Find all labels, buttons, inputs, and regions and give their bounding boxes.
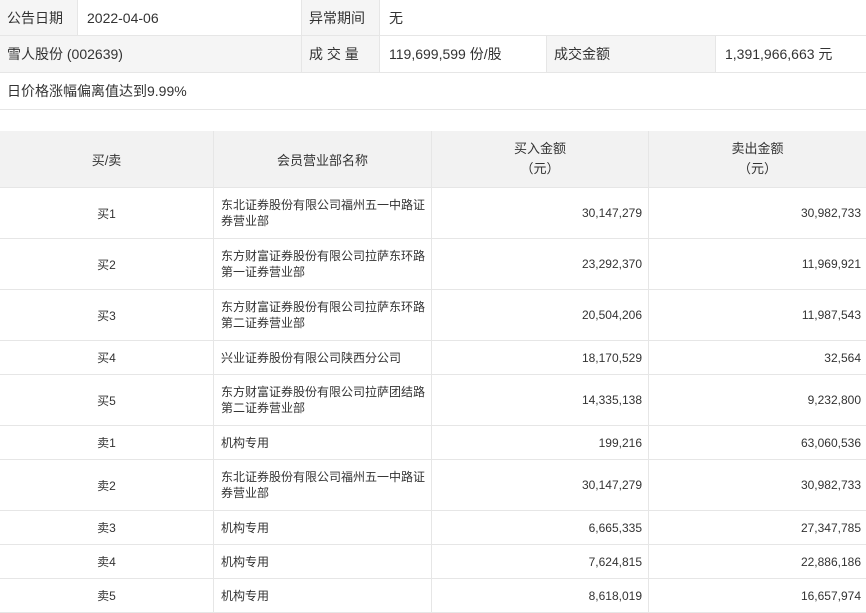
buy-amount: 30,147,279 xyxy=(432,460,649,510)
branch-name: 机构专用 xyxy=(221,588,270,603)
header-buy-unit: （元） xyxy=(520,161,560,176)
branch-name: 东北证券股份有限公司福州五一中路证券营业部 xyxy=(221,470,426,500)
table-row: 卖2 东北证券股份有限公司福州五一中路证券营业部 30,147,279 30,9… xyxy=(0,460,866,511)
sell-amount: 30,982,733 xyxy=(800,478,861,492)
table-header: 买/卖 会员营业部名称 买入金额 （元） 卖出金额 （元） xyxy=(0,131,866,188)
side-cell: 卖2 xyxy=(0,460,214,510)
branch-name: 东方财富证券股份有限公司拉萨东环路第二证券营业部 xyxy=(221,300,426,330)
branch-cell: 机构专用 xyxy=(214,545,432,578)
branch-cell: 东方财富证券股份有限公司拉萨东环路第二证券营业部 xyxy=(214,290,432,340)
info-row-reason: 日价格涨幅偏离值达到9.99% xyxy=(0,73,866,110)
announce-date-label: 公告日期 xyxy=(0,0,78,35)
branch-name: 机构专用 xyxy=(221,554,270,569)
stock-name: 雪人股份 (002639) xyxy=(0,36,302,72)
sell-amount: 63,060,536 xyxy=(800,435,861,450)
sell-amount: 30,982,733 xyxy=(800,206,861,220)
table-row: 卖5 机构专用 8,618,019 16,657,974 xyxy=(0,579,866,613)
info-row-date: 公告日期 2022-04-06 异常期间 无 xyxy=(0,0,866,36)
branch-name: 机构专用 xyxy=(221,435,270,450)
volume-label: 成 交 量 xyxy=(302,36,380,72)
buy-amount: 6,665,335 xyxy=(432,511,649,544)
table-row: 买4 兴业证券股份有限公司陕西分公司 18,170,529 32,564 xyxy=(0,341,866,375)
branch-cell: 兴业证券股份有限公司陕西分公司 xyxy=(214,341,432,374)
side-cell: 卖5 xyxy=(0,579,214,612)
branch-cell: 机构专用 xyxy=(214,511,432,544)
buy-amount: 23,292,370 xyxy=(432,239,649,289)
sell-amount: 9,232,800 xyxy=(807,393,861,407)
buy-amount: 18,170,529 xyxy=(432,341,649,374)
side-cell: 买5 xyxy=(0,375,214,425)
branch-name: 东方财富证券股份有限公司拉萨东环路第一证券营业部 xyxy=(221,249,426,279)
sell-amount: 22,886,186 xyxy=(800,554,861,569)
branch-cell: 机构专用 xyxy=(214,579,432,612)
table-row: 买5 东方财富证券股份有限公司拉萨团结路第二证券营业部 14,335,138 9… xyxy=(0,375,866,426)
branch-cell: 东方财富证券股份有限公司拉萨东环路第一证券营业部 xyxy=(214,239,432,289)
table-row: 卖3 机构专用 6,665,335 27,347,785 xyxy=(0,511,866,545)
branch-name: 东北证券股份有限公司福州五一中路证券营业部 xyxy=(221,198,426,228)
branch-name: 东方财富证券股份有限公司拉萨团结路第二证券营业部 xyxy=(221,385,426,415)
branch-name: 兴业证券股份有限公司陕西分公司 xyxy=(221,350,402,365)
abnormal-period-label: 异常期间 xyxy=(302,0,380,35)
listing-reason: 日价格涨幅偏离值达到9.99% xyxy=(0,73,866,109)
trading-seats-table: 买/卖 会员营业部名称 买入金额 （元） 卖出金额 （元） 买1 东北证券股份有… xyxy=(0,131,866,613)
header-sell-label: 卖出金额 xyxy=(731,141,784,156)
table-row: 买3 东方财富证券股份有限公司拉萨东环路第二证券营业部 20,504,206 1… xyxy=(0,290,866,341)
header-sell-unit: （元） xyxy=(737,161,777,176)
side-cell: 买3 xyxy=(0,290,214,340)
turnover-label: 成交金额 xyxy=(547,36,716,72)
buy-amount: 7,624,815 xyxy=(432,545,649,578)
header-side: 买/卖 xyxy=(0,131,214,187)
table-row: 买2 东方财富证券股份有限公司拉萨东环路第一证券营业部 23,292,370 1… xyxy=(0,239,866,290)
abnormal-period-value: 无 xyxy=(380,0,866,35)
side-cell: 卖4 xyxy=(0,545,214,578)
sell-amount: 27,347,785 xyxy=(800,520,861,535)
buy-amount: 20,504,206 xyxy=(432,290,649,340)
buy-amount: 14,335,138 xyxy=(432,375,649,425)
header-sell-amount: 卖出金额 （元） xyxy=(649,131,866,187)
branch-cell: 机构专用 xyxy=(214,426,432,459)
sell-amount: 11,969,921 xyxy=(801,257,861,271)
side-cell: 买2 xyxy=(0,239,214,289)
info-row-trade: 雪人股份 (002639) 成 交 量 119,699,599 份/股 成交金额… xyxy=(0,36,866,73)
buy-amount: 8,618,019 xyxy=(432,579,649,612)
side-cell: 买1 xyxy=(0,188,214,238)
branch-cell: 东北证券股份有限公司福州五一中路证券营业部 xyxy=(214,188,432,238)
turnover-value: 1,391,966,663 元 xyxy=(716,36,866,72)
header-buy-label: 买入金额 xyxy=(513,141,566,156)
sell-amount: 32,564 xyxy=(824,350,861,365)
buy-amount: 30,147,279 xyxy=(432,188,649,238)
table-row: 买1 东北证券股份有限公司福州五一中路证券营业部 30,147,279 30,9… xyxy=(0,188,866,239)
sell-amount: 16,657,974 xyxy=(800,588,861,603)
branch-cell: 东北证券股份有限公司福州五一中路证券营业部 xyxy=(214,460,432,510)
buy-amount: 199,216 xyxy=(432,426,649,459)
branch-cell: 东方财富证券股份有限公司拉萨团结路第二证券营业部 xyxy=(214,375,432,425)
side-cell: 买4 xyxy=(0,341,214,374)
header-branch: 会员营业部名称 xyxy=(214,131,432,187)
table-row: 卖4 机构专用 7,624,815 22,886,186 xyxy=(0,545,866,579)
stock-info-panel: 公告日期 2022-04-06 异常期间 无 雪人股份 (002639) 成 交… xyxy=(0,0,866,110)
announce-date-value: 2022-04-06 xyxy=(78,0,302,35)
header-buy-amount: 买入金额 （元） xyxy=(432,131,649,187)
sell-amount: 11,987,543 xyxy=(801,308,861,322)
side-cell: 卖3 xyxy=(0,511,214,544)
table-row: 卖1 机构专用 199,216 63,060,536 xyxy=(0,426,866,460)
branch-name: 机构专用 xyxy=(221,520,270,535)
volume-value: 119,699,599 份/股 xyxy=(380,36,547,72)
side-cell: 卖1 xyxy=(0,426,214,459)
